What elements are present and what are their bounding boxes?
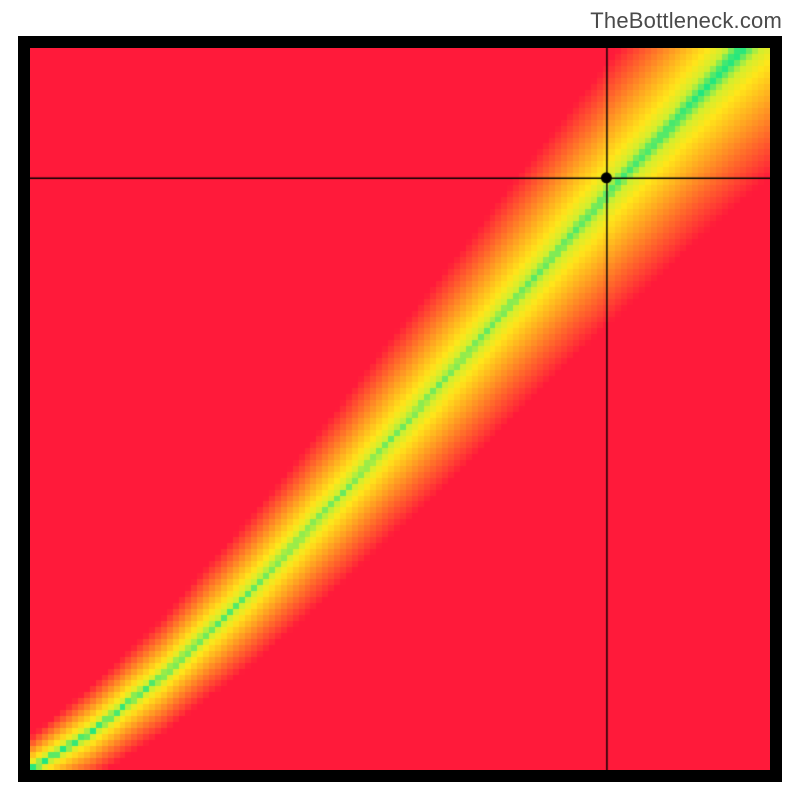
watermark-label: TheBottleneck.com: [590, 8, 782, 34]
bottleneck-heatmap: [30, 48, 770, 770]
chart-frame: [18, 36, 782, 782]
chart-container: TheBottleneck.com: [0, 0, 800, 800]
